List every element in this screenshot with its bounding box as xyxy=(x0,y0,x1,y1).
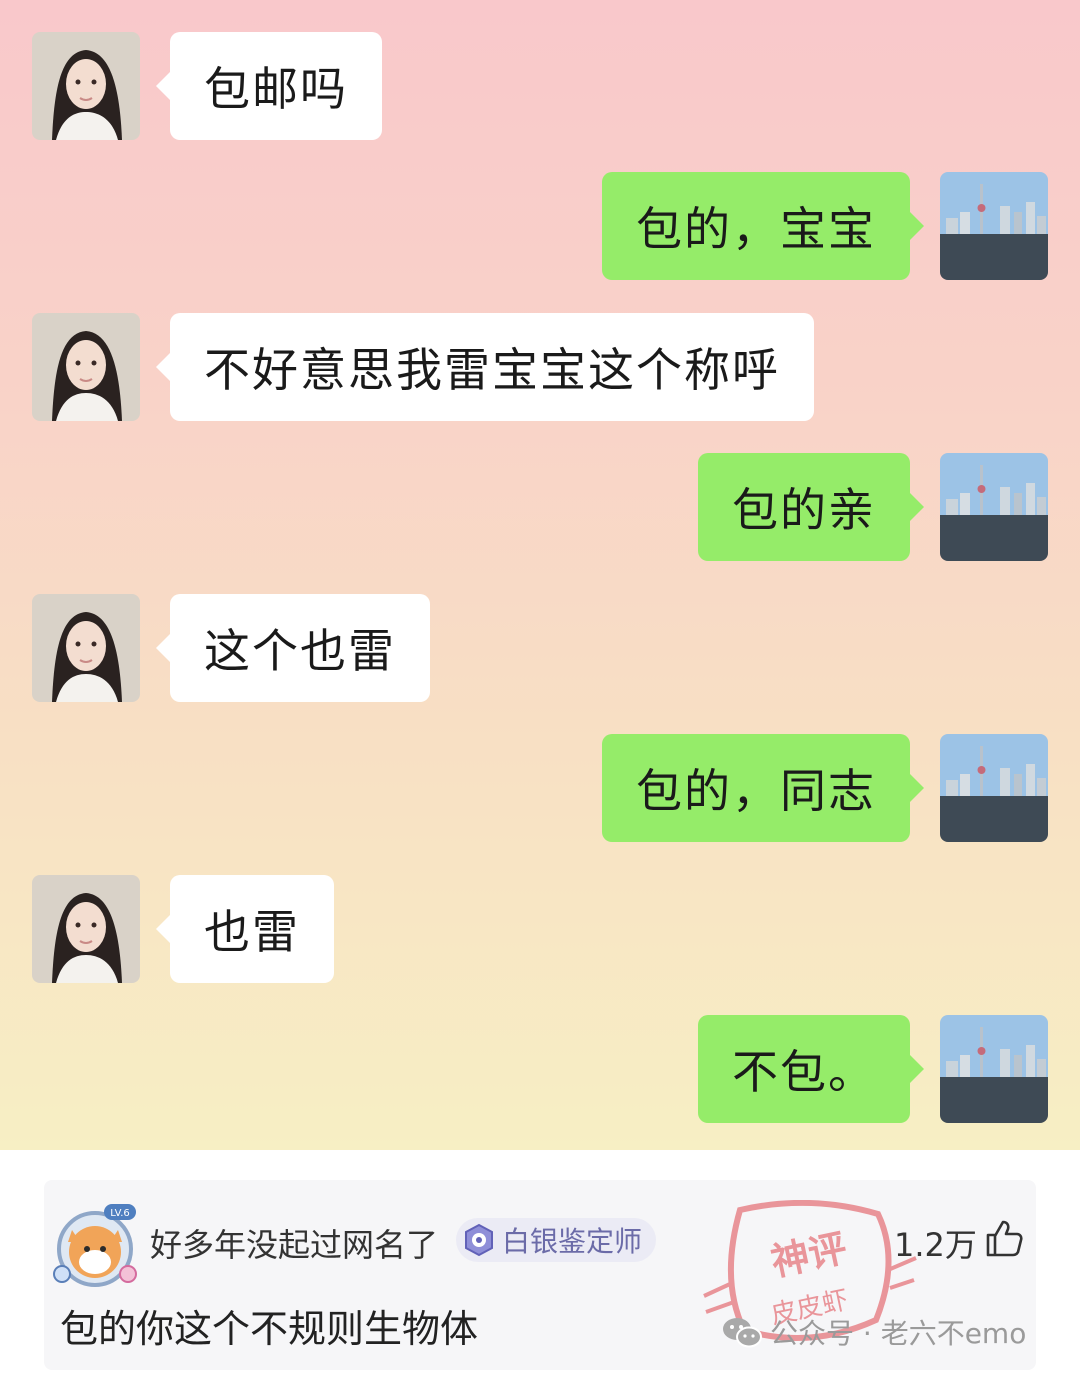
rank-badge-label: 白银鉴定师 xyxy=(502,1225,643,1258)
contact-avatar[interactable] xyxy=(32,594,140,702)
contact-avatar[interactable] xyxy=(32,313,140,421)
user-avatar[interactable] xyxy=(940,453,1048,561)
user-avatar[interactable] xyxy=(940,1015,1048,1123)
stamp-title: 神评 xyxy=(767,1226,851,1285)
wechat-icon xyxy=(723,1318,762,1348)
message-bubble-received[interactable]: 包邮吗 xyxy=(156,32,382,140)
watermark: 公众号 · 老六不emo xyxy=(722,1312,1026,1352)
rank-badge[interactable]: 白银鉴定师 xyxy=(456,1218,656,1262)
watermark-text: 公众号 · 老六不emo xyxy=(770,1317,1027,1350)
commenter-avatar[interactable]: LV.6 xyxy=(50,1202,140,1292)
contact-avatar[interactable] xyxy=(32,875,140,983)
message-bubble-sent[interactable]: 包的，宝宝 xyxy=(602,172,924,280)
message-bubble-received[interactable]: 也雷 xyxy=(156,875,334,983)
commenter-name[interactable]: 好多年没起过网名了 xyxy=(150,1220,438,1266)
message-bubble-sent[interactable]: 包的，同志 xyxy=(602,734,924,842)
comment-text: 包的你这个不规则生物体 xyxy=(60,1307,479,1351)
silver-appraiser-icon xyxy=(465,1223,493,1257)
message-bubble-sent[interactable]: 不包。 xyxy=(698,1015,924,1123)
contact-avatar[interactable] xyxy=(32,32,140,140)
message-bubble-received[interactable]: 这个也雷 xyxy=(156,594,430,702)
message-bubble-sent[interactable]: 包的亲 xyxy=(698,453,924,561)
chat-area: 包邮吗 包的，宝宝 不好意思我雷宝宝这个称呼 包的亲 这个也雷 包的，同志 也雷… xyxy=(0,0,1080,1150)
thumbs-up-icon[interactable] xyxy=(984,1218,1024,1258)
user-avatar[interactable] xyxy=(940,734,1048,842)
user-avatar[interactable] xyxy=(940,172,1048,280)
message-bubble-received[interactable]: 不好意思我雷宝宝这个称呼 xyxy=(156,313,814,421)
level-badge-text: LV.6 xyxy=(110,1208,130,1219)
